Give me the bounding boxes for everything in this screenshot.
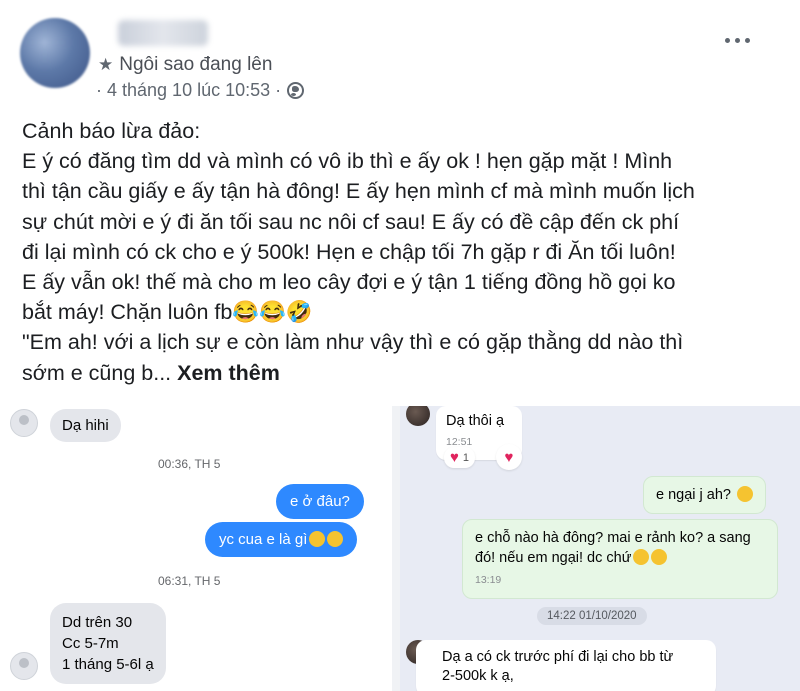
post-line: đi lại mình có ck cho e ý 500k! Hẹn e ch…: [22, 239, 676, 264]
post-line: E ấy vẫn ok! thế mà cho m leo cây đợi e …: [22, 270, 676, 295]
post-line: Cảnh báo lừa đảo:: [22, 119, 201, 143]
message-reactions[interactable]: ♥ 1: [444, 447, 476, 468]
timestamp: 06:31, TH 5: [158, 574, 221, 588]
post-meta: · 4 tháng 10 lúc 10:53 ·: [96, 80, 305, 101]
message-received: Dạ hihi: [50, 409, 121, 442]
contact-avatar: [10, 652, 38, 680]
post-line: E ý có đăng tìm dd và mình có vô ib thì …: [22, 149, 673, 174]
author-avatar[interactable]: [20, 18, 90, 88]
timestamp: 00:36, TH 5: [158, 457, 221, 471]
emoji-icon: [327, 531, 344, 547]
post-text: Cảnh báo lừa đảo: E ý có đăng tìm dd và …: [22, 116, 782, 388]
date-separator: 14:22 01/10/2020: [537, 607, 647, 625]
heart-icon: ♥: [504, 448, 514, 466]
message-sent: e ở đâu?: [276, 484, 364, 519]
message-received: Dạ a có ck trước phí đi lại cho bb từ 2-…: [416, 640, 716, 691]
badge-label: Ngôi sao đang lên: [119, 54, 273, 75]
messenger-screenshot[interactable]: Dạ hihi 00:36, TH 5 e ở đâu? yc cua e là…: [0, 406, 392, 691]
more-options-icon[interactable]: [725, 38, 750, 43]
see-more-link[interactable]: Xem thêm: [177, 361, 280, 385]
message-sent: e chỗ nào hà đông? mai e rảnh ko? a sang…: [462, 519, 778, 599]
post-line: sự chút mời e ý đi ăn tối sau nc nôi cf …: [22, 209, 680, 234]
author-badge: ★ Ngôi sao đang lên: [98, 54, 272, 76]
message-sent: e ngại j ah?: [643, 476, 766, 514]
heart-reaction-button[interactable]: ♥: [496, 444, 522, 470]
post-line: thì tận cầu giấy e ấy tận hà đông! E ấy …: [22, 179, 695, 204]
message-sent: yc cua e là gì: [205, 522, 358, 557]
contact-avatar: [406, 406, 430, 426]
heart-icon: ♥: [450, 449, 459, 466]
star-icon: ★: [98, 55, 114, 74]
message-received: Dd trên 30 Cc 5-7m 1 tháng 5-6l ạ: [50, 603, 166, 684]
contact-avatar: [10, 409, 38, 437]
emoji-icon: [736, 486, 753, 502]
post-line: "Em ah! với a lịch sự e còn làm như vậy …: [22, 330, 684, 355]
panel-divider: [392, 406, 400, 691]
emoji-icon: [309, 531, 326, 547]
emoji-icon: [633, 549, 650, 565]
post-line: bắt máy! Chặn luôn fb😂😂🤣: [22, 300, 313, 325]
emoji-icon: [651, 549, 668, 565]
post-timestamp[interactable]: · 4 tháng 10 lúc 10:53 ·: [96, 80, 281, 101]
author-name-blurred[interactable]: [118, 20, 208, 46]
zalo-screenshot[interactable]: Dạ thôi ạ 12:51 ♥ 1 ♥ e ngại j ah? e chỗ…: [400, 406, 800, 691]
globe-icon: [287, 82, 305, 99]
post-line-last: sớm e cũng b... Xem thêm: [22, 360, 280, 385]
